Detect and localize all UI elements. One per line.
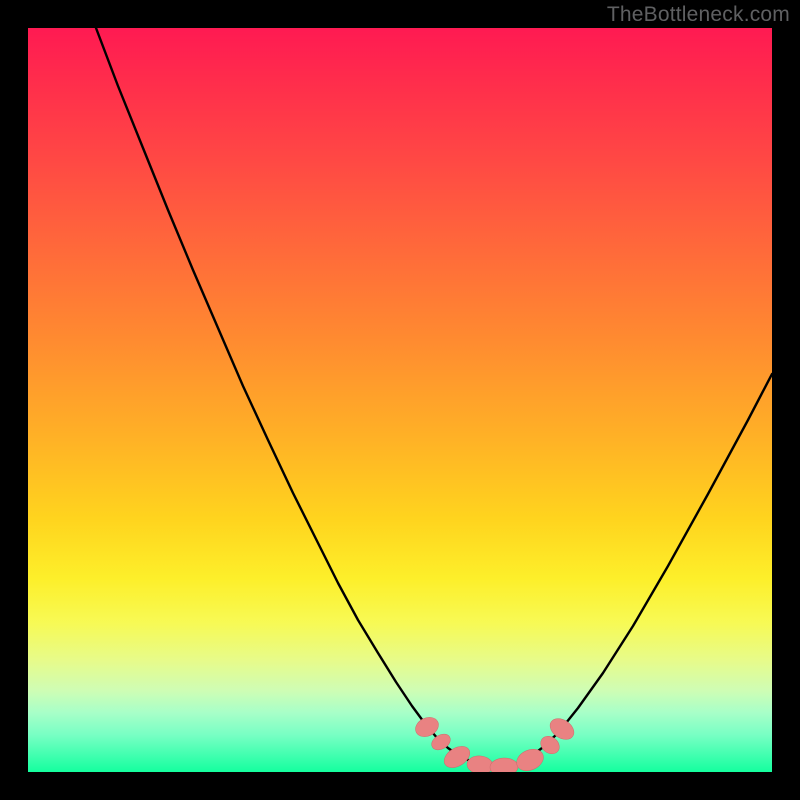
watermark-text: TheBottleneck.com xyxy=(607,3,790,27)
chart-frame: TheBottleneck.com xyxy=(0,0,800,800)
sweetspot-marker xyxy=(490,758,519,772)
sweetspot-marker xyxy=(513,745,547,772)
sweetspot-marker xyxy=(466,755,494,772)
plot-area xyxy=(28,28,772,772)
sweetspot-markers xyxy=(28,28,772,772)
